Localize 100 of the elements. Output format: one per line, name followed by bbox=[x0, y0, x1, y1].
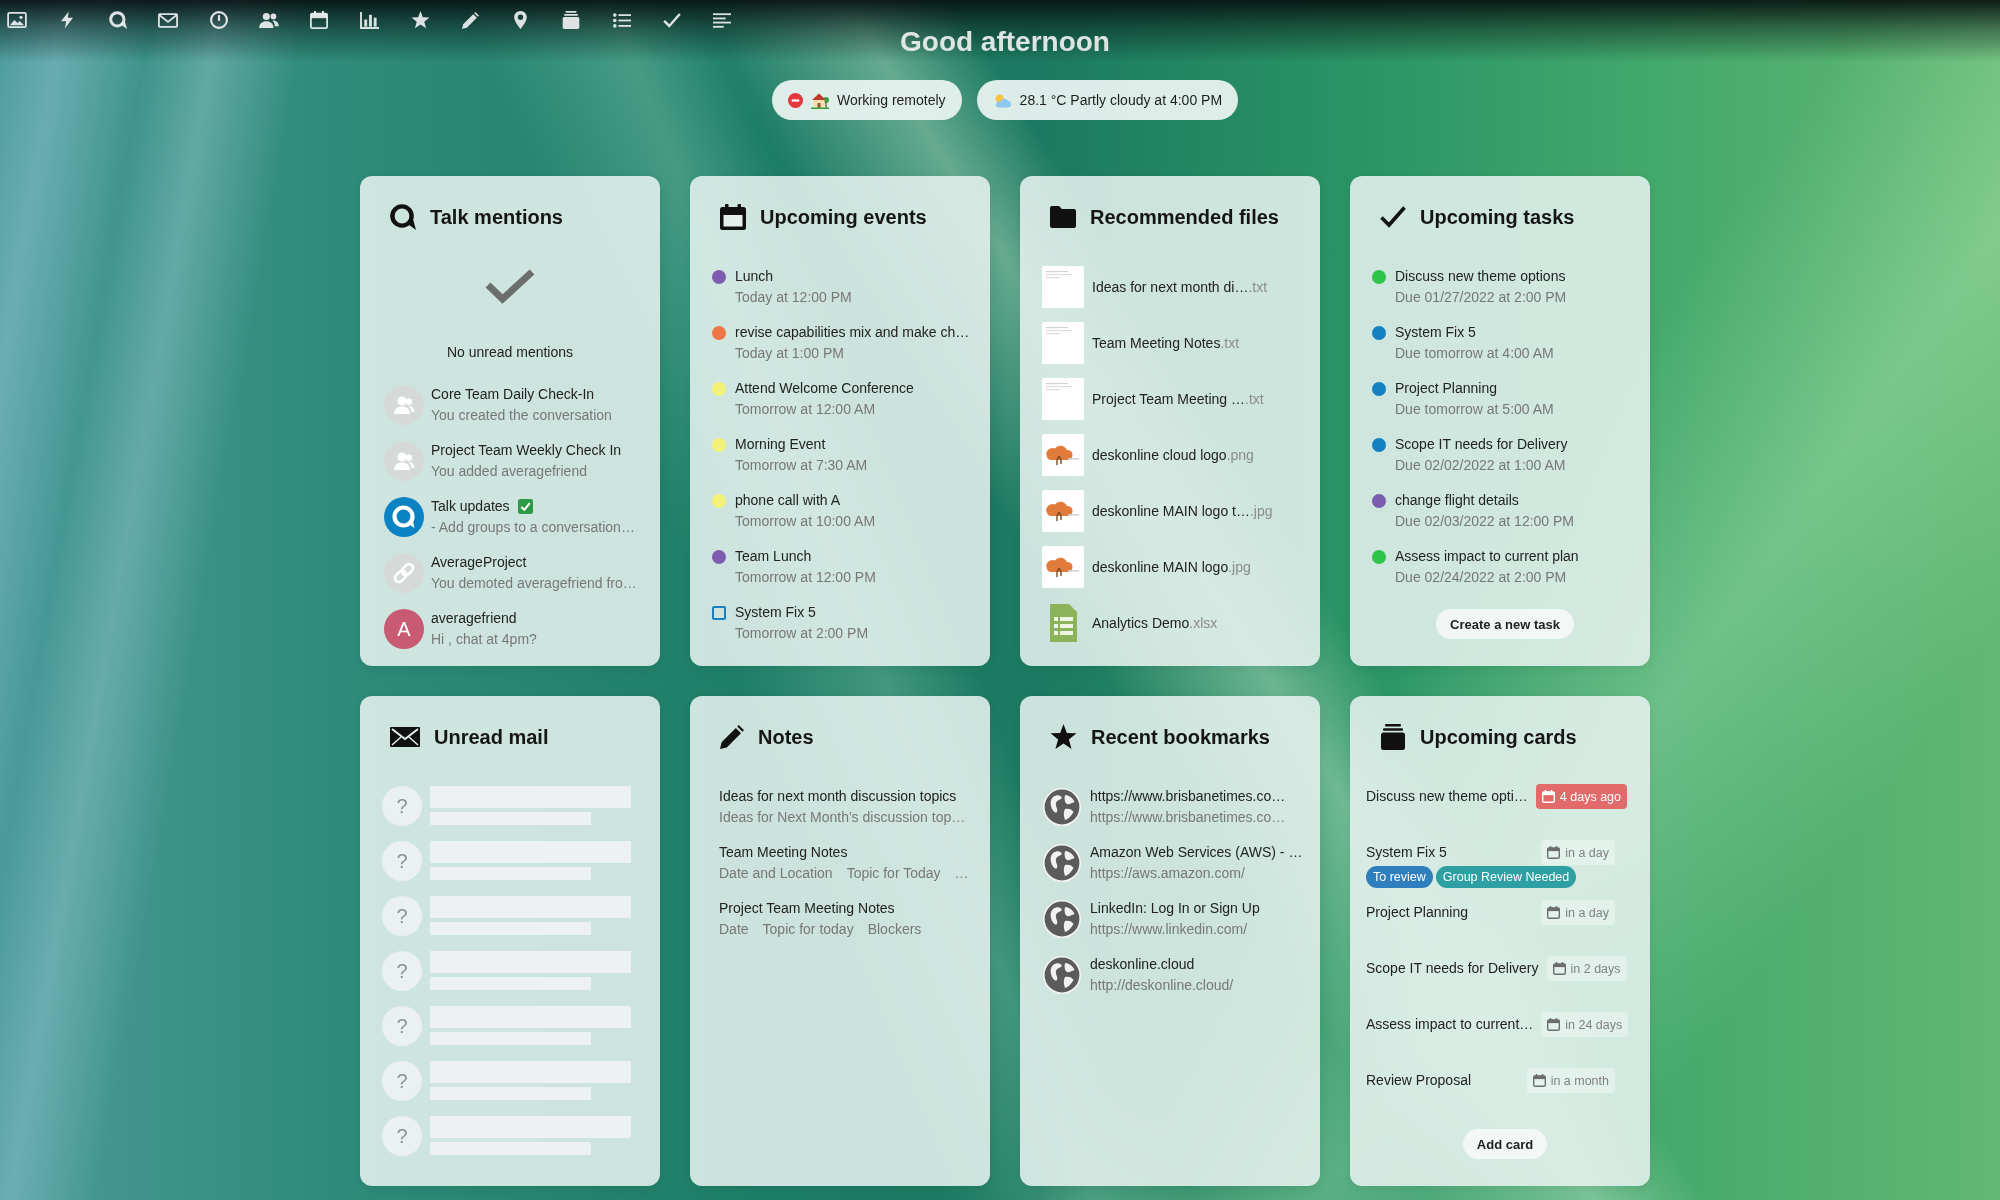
envelope-icon bbox=[390, 727, 420, 747]
conversation-name[interactable]: Project Team Weekly Check In bbox=[431, 440, 622, 461]
note-preview: Date Topic for today Blockers bbox=[719, 920, 923, 939]
add-card-button[interactable]: Add card bbox=[1462, 1129, 1548, 1159]
task-due-date: Due tomorrow at 5:00 AM bbox=[1395, 400, 1554, 419]
bookmark-url: https://www.linkedin.com/ bbox=[1090, 920, 1249, 939]
stack-icon[interactable] bbox=[562, 11, 581, 29]
placeholder-avatar: ? bbox=[382, 1061, 422, 1101]
calendar-icon bbox=[1547, 1018, 1561, 1031]
task-title[interactable]: Scope IT needs for Delivery bbox=[1395, 434, 1568, 455]
card-title[interactable]: Discuss new theme opti… bbox=[1366, 786, 1528, 807]
event-title[interactable]: revise capabilities mix and make ch… bbox=[735, 322, 970, 343]
note-title[interactable]: Team Meeting Notes bbox=[719, 842, 978, 863]
last-message: Hi , chat at 4pm? bbox=[431, 630, 537, 649]
event-time: Tomorrow at 7:30 AM bbox=[735, 456, 868, 475]
conversation-name[interactable]: Core Team Daily Check-In bbox=[431, 384, 595, 405]
file-name[interactable]: Analytics Demo.xlsx bbox=[1092, 612, 1218, 634]
check-mark-icon bbox=[484, 268, 536, 304]
link-avatar-icon bbox=[384, 553, 424, 593]
mail-icon[interactable] bbox=[158, 12, 179, 28]
event-time: Today at 12:00 PM bbox=[735, 288, 852, 307]
weather-status-button[interactable]: 28.1 °C Partly cloudy at 4:00 PM bbox=[976, 80, 1239, 120]
file-name[interactable]: deskonline cloud logo.png bbox=[1092, 444, 1254, 466]
card-title[interactable]: Review Proposal bbox=[1366, 1070, 1519, 1091]
event-title[interactable]: Attend Welcome Conference bbox=[735, 378, 914, 399]
widget-title: Upcoming cards bbox=[1420, 725, 1577, 749]
placeholder-avatar: ? bbox=[382, 786, 422, 826]
calendar-icon bbox=[1547, 846, 1561, 859]
logo-thumbnail bbox=[1042, 434, 1084, 476]
bookmark-title[interactable]: Amazon Web Services (AWS) - … bbox=[1090, 842, 1303, 863]
bookmark-title[interactable]: LinkedIn: Log In or Sign Up bbox=[1090, 898, 1260, 919]
empty-state-message: No unread mentions bbox=[446, 343, 574, 362]
clock-icon[interactable] bbox=[209, 11, 228, 29]
user-avatar: A bbox=[384, 609, 424, 649]
task-title[interactable]: Assess impact to current plan bbox=[1395, 546, 1579, 567]
group-avatar-icon bbox=[384, 441, 424, 481]
last-message: - Add groups to a conversation… bbox=[431, 518, 635, 537]
lightning-icon[interactable] bbox=[61, 11, 74, 29]
card-title[interactable]: System Fix 5 bbox=[1366, 842, 1534, 863]
conversation-name[interactable]: averagefriend bbox=[431, 608, 517, 629]
image-icon[interactable] bbox=[7, 12, 27, 28]
placeholder-avatar: ? bbox=[382, 896, 422, 936]
bookmark-url: https://www.brisbanetimes.co… bbox=[1090, 808, 1286, 827]
widget-title: Upcoming events bbox=[760, 205, 927, 229]
event-title[interactable]: Team Lunch bbox=[735, 546, 876, 567]
due-date: in a day bbox=[1565, 905, 1609, 920]
placeholder-avatar: ? bbox=[382, 951, 422, 991]
star-icon[interactable] bbox=[410, 11, 430, 29]
bookmark-title[interactable]: https://www.brisbanetimes.co… bbox=[1090, 786, 1286, 807]
pencil-icon bbox=[720, 725, 744, 749]
logo-thumbnail bbox=[1042, 490, 1084, 532]
list-icon[interactable] bbox=[612, 12, 631, 28]
calendar-icon[interactable] bbox=[310, 11, 329, 29]
check-icon bbox=[1380, 206, 1406, 228]
document-thumbnail bbox=[1042, 322, 1084, 364]
task-due-date: Due 02/02/2022 at 1:00 AM bbox=[1395, 456, 1567, 475]
task-checkbox[interactable] bbox=[712, 605, 726, 620]
user-status-button[interactable]: Working remotely bbox=[771, 80, 962, 120]
globe-icon bbox=[1043, 844, 1081, 882]
bookmark-url: http://deskonline.cloud/ bbox=[1090, 976, 1234, 995]
file-name[interactable]: Project Team Meeting ….txt bbox=[1092, 388, 1264, 410]
task-title[interactable]: Project Planning bbox=[1395, 378, 1554, 399]
note-title[interactable]: Project Team Meeting Notes bbox=[719, 898, 978, 919]
text-lines-icon[interactable] bbox=[713, 12, 732, 28]
card-title[interactable]: Assess impact to current… bbox=[1366, 1014, 1534, 1035]
task-title[interactable]: System Fix 5 bbox=[1395, 322, 1554, 343]
widget-title: Talk mentions bbox=[430, 205, 563, 229]
bookmark-title[interactable]: deskonline.cloud bbox=[1090, 954, 1234, 975]
event-title[interactable]: Lunch bbox=[735, 266, 852, 287]
conversation-name[interactable]: Talk updates bbox=[431, 496, 510, 517]
people-icon[interactable] bbox=[258, 12, 279, 28]
task-title[interactable]: change flight details bbox=[1395, 490, 1575, 511]
greeting-heading: Good afternoon bbox=[900, 25, 1110, 59]
file-name[interactable]: Ideas for next month di….txt bbox=[1092, 276, 1268, 298]
card-title[interactable]: Project Planning bbox=[1366, 902, 1534, 923]
chat-avatar-icon bbox=[384, 497, 424, 537]
create-task-button[interactable]: Create a new task bbox=[1436, 609, 1574, 639]
do-not-disturb-icon bbox=[787, 92, 803, 108]
chat-bubble-icon[interactable] bbox=[108, 11, 127, 29]
event-title[interactable]: System Fix 5 bbox=[735, 602, 869, 623]
label-tag: To review bbox=[1366, 866, 1433, 888]
chat-bubble-icon bbox=[390, 204, 416, 230]
event-title[interactable]: Morning Event bbox=[735, 434, 868, 455]
card-title[interactable]: Scope IT needs for Delivery bbox=[1366, 958, 1539, 979]
file-name[interactable]: Team Meeting Notes.txt bbox=[1092, 332, 1240, 354]
globe-icon bbox=[1043, 900, 1081, 938]
event-time: Tomorrow at 10:00 AM bbox=[735, 512, 876, 531]
file-name[interactable]: deskonline MAIN logo.jpg bbox=[1092, 556, 1251, 578]
conversation-name[interactable]: AverageProject bbox=[431, 552, 527, 573]
note-title[interactable]: Ideas for next month discussion topics bbox=[719, 786, 978, 807]
calendar-icon bbox=[1541, 790, 1555, 803]
placeholder-avatar: ? bbox=[382, 1006, 422, 1046]
check-icon[interactable] bbox=[663, 12, 682, 28]
event-title[interactable]: phone call with A bbox=[735, 490, 876, 511]
task-title[interactable]: Discuss new theme options bbox=[1395, 266, 1567, 287]
bar-chart-icon[interactable] bbox=[360, 11, 380, 29]
map-pin-icon[interactable] bbox=[514, 11, 528, 29]
file-name[interactable]: deskonline MAIN logo t….jpg bbox=[1092, 500, 1273, 522]
pencil-icon[interactable] bbox=[462, 11, 479, 29]
group-avatar-icon bbox=[384, 385, 424, 425]
